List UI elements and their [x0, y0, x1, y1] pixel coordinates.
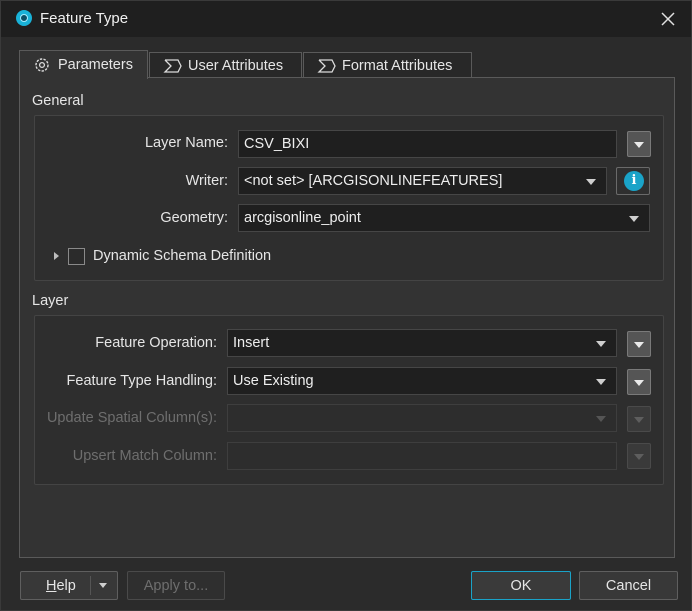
layer-section-title: Layer: [32, 293, 69, 309]
writer-value: <not set> [ARCGISONLINEFEATURES]: [244, 173, 503, 189]
chevron-down-icon: [629, 216, 639, 222]
layer-name-input[interactable]: CSV_BIXI: [238, 130, 617, 158]
feature-type-handling-label: Feature Type Handling:: [66, 373, 217, 389]
help-mnemonic: H: [46, 577, 57, 594]
dynamic-schema-checkbox[interactable]: [68, 248, 85, 265]
apply-to-button[interactable]: Apply to...: [127, 571, 225, 600]
tab-parameters[interactable]: Parameters: [19, 50, 148, 79]
general-section-title: General: [32, 93, 84, 109]
geometry-value: arcgisonline_point: [244, 210, 361, 226]
help-separator: [90, 576, 91, 595]
help-button[interactable]: Help: [20, 571, 118, 600]
fme-app-icon: [16, 10, 32, 26]
window-title: Feature Type: [40, 10, 129, 27]
dynamic-schema-label: Dynamic Schema Definition: [93, 248, 272, 264]
chevron-down-icon[interactable]: [99, 583, 107, 588]
geometry-select[interactable]: arcgisonline_point: [238, 204, 650, 232]
feature-type-handling-select[interactable]: Use Existing: [227, 367, 617, 395]
feature-operation-menu-button[interactable]: [627, 331, 651, 357]
feature-type-dialog: Feature Type Parameters User Attributes: [0, 0, 692, 611]
upsert-match-column-label: Upsert Match Column:: [72, 448, 217, 464]
feature-type-handling-value: Use Existing: [233, 373, 314, 389]
layer-name-label: Layer Name:: [144, 135, 228, 151]
close-button[interactable]: [655, 6, 681, 32]
writer-info-button[interactable]: i: [616, 167, 650, 195]
tab-parameters-label: Parameters: [58, 57, 133, 73]
close-icon: [661, 12, 675, 26]
geometry-label: Geometry:: [160, 210, 228, 226]
writer-label: Writer:: [185, 173, 228, 189]
writer-select[interactable]: <not set> [ARCGISONLINEFEATURES]: [238, 167, 607, 195]
feature-operation-label: Feature Operation:: [95, 335, 217, 351]
upsert-match-column-input[interactable]: [227, 442, 617, 470]
info-icon: i: [624, 171, 644, 191]
update-spatial-columns-menu-button[interactable]: [627, 406, 651, 432]
chevron-down-icon: [596, 416, 606, 422]
chevron-down-icon: [596, 379, 606, 385]
feature-operation-value: Insert: [233, 335, 270, 351]
cancel-button[interactable]: Cancel: [579, 571, 678, 600]
tab-user-attributes-label: User Attributes: [188, 57, 284, 74]
sigma-icon: [316, 57, 336, 75]
update-spatial-columns-label: Update Spatial Column(s):: [46, 410, 217, 426]
tab-format-attributes-label: Format Attributes: [342, 57, 453, 74]
feature-operation-select[interactable]: Insert: [227, 329, 617, 357]
title-bar: Feature Type: [1, 1, 691, 37]
chevron-down-icon: [586, 179, 596, 185]
dynamic-schema-expander[interactable]: [54, 252, 59, 260]
help-label: elp: [56, 577, 76, 594]
gear-icon: [32, 56, 52, 74]
upsert-match-column-menu-button[interactable]: [627, 443, 651, 469]
feature-type-handling-menu-button[interactable]: [627, 369, 651, 395]
ok-button[interactable]: OK: [471, 571, 571, 600]
tab-user-attributes[interactable]: User Attributes: [149, 52, 302, 78]
layer-name-menu-button[interactable]: [627, 131, 651, 157]
update-spatial-columns-select[interactable]: [227, 404, 617, 432]
layer-name-value: CSV_BIXI: [244, 136, 310, 152]
chevron-down-icon: [596, 341, 606, 347]
tab-format-attributes[interactable]: Format Attributes: [303, 52, 472, 78]
sigma-icon: [162, 57, 182, 75]
